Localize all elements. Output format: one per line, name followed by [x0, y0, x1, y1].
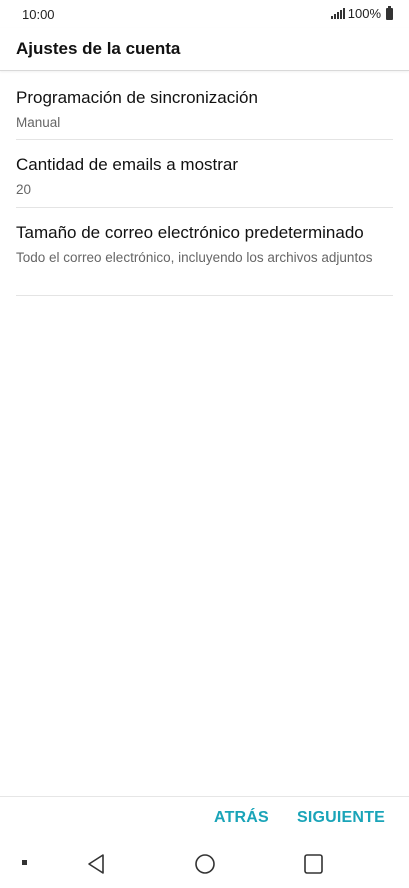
setting-title: Programación de sincronización [16, 88, 258, 107]
setting-summary: 20 [16, 182, 32, 197]
status-time: 10:00 [22, 7, 55, 22]
nav-recent-icon[interactable] [303, 853, 324, 880]
battery-percent: 100% [347, 6, 381, 21]
setting-sync-schedule[interactable]: Programación de sincronización Manual [16, 72, 393, 140]
page-title: Ajustes de la cuenta [16, 39, 181, 58]
nav-home-icon[interactable] [194, 853, 216, 880]
app-header: Ajustes de la cuenta [0, 28, 409, 71]
status-bar: 10:00 100% [0, 0, 409, 28]
setting-title: Cantidad de emails a mostrar [16, 155, 239, 174]
settings-list: Programación de sincronización Manual Ca… [16, 72, 393, 296]
setting-summary: Todo el correo electrónico, incluyendo l… [16, 250, 373, 265]
nav-indicator-icon [22, 860, 27, 865]
battery-icon [386, 5, 393, 20]
setting-emails-to-show[interactable]: Cantidad de emails a mostrar 20 [16, 140, 393, 208]
next-button[interactable]: SIGUIENTE [297, 809, 385, 827]
status-indicators: 100% [330, 5, 393, 21]
bottom-action-bar: ATRÁS SIGUIENTE [0, 796, 409, 840]
setting-title: Tamaño de correo electrónico predetermin… [16, 223, 364, 242]
system-nav-bar [0, 840, 409, 888]
back-button[interactable]: ATRÁS [214, 809, 269, 827]
signal-icon [330, 8, 345, 19]
setting-default-email-size[interactable]: Tamaño de correo electrónico predetermin… [16, 208, 393, 296]
setting-summary: Manual [16, 115, 61, 130]
nav-back-icon[interactable] [86, 853, 106, 880]
